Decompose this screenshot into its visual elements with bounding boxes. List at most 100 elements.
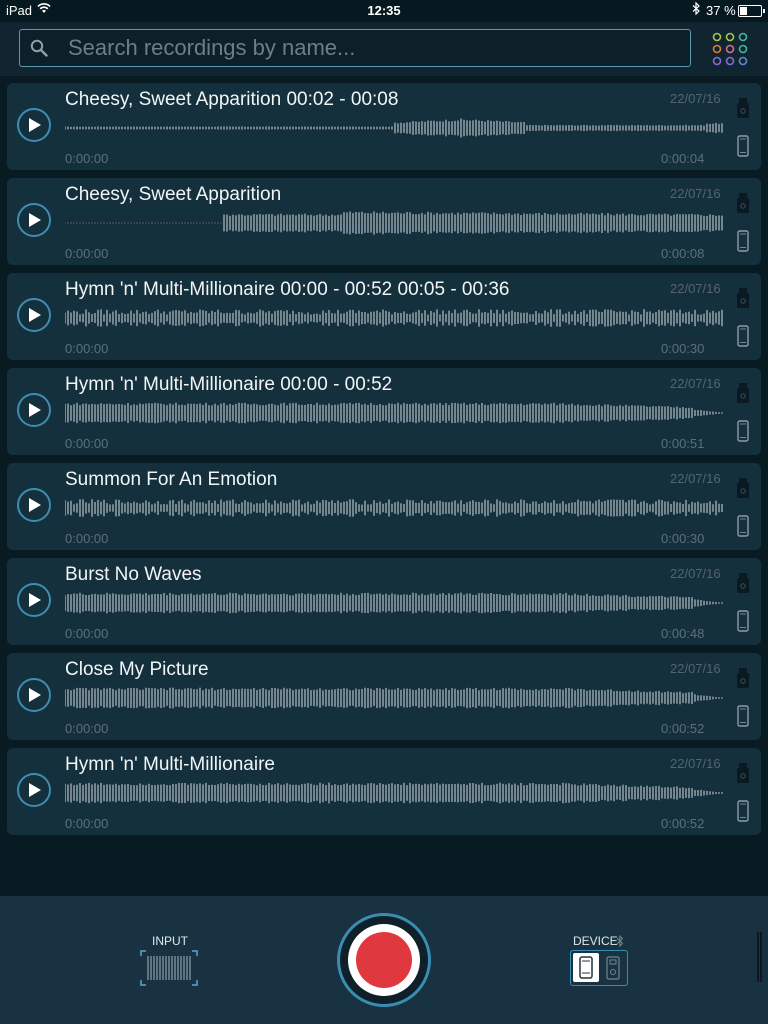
recording-item[interactable]: Burst No Waves 22/07/16 0:00:00 0:00:48 bbox=[7, 558, 761, 645]
play-icon bbox=[29, 308, 41, 322]
usb-drive-icon[interactable] bbox=[736, 762, 750, 784]
usb-drive-icon[interactable] bbox=[736, 287, 750, 309]
color-grid-button[interactable] bbox=[709, 29, 751, 69]
play-icon bbox=[29, 783, 41, 797]
recording-date: 22/07/16 bbox=[670, 756, 721, 771]
battery-icon bbox=[738, 5, 765, 17]
top-bar bbox=[0, 22, 768, 76]
input-level-button[interactable] bbox=[140, 950, 198, 986]
usb-drive-icon[interactable] bbox=[736, 477, 750, 499]
clock: 12:35 bbox=[367, 3, 401, 18]
phone-icon[interactable] bbox=[736, 705, 750, 727]
waveform[interactable] bbox=[65, 113, 725, 143]
recording-title: Burst No Waves bbox=[65, 564, 202, 585]
start-time: 0:00:00 bbox=[65, 151, 109, 166]
recording-item[interactable]: Hymn 'n' Multi-Millionaire 00:00 - 00:52… bbox=[7, 368, 761, 455]
play-button[interactable] bbox=[17, 488, 51, 522]
record-button[interactable] bbox=[337, 913, 431, 1007]
play-icon bbox=[29, 213, 41, 227]
device-option-phone[interactable] bbox=[573, 953, 599, 982]
recording-title: Summon For An Emotion bbox=[65, 469, 278, 490]
recording-date: 22/07/16 bbox=[670, 186, 721, 201]
recording-date: 22/07/16 bbox=[670, 471, 721, 486]
recording-date: 22/07/16 bbox=[670, 376, 721, 391]
play-icon bbox=[29, 498, 41, 512]
end-time: 0:00:08 bbox=[661, 246, 705, 261]
waveform[interactable] bbox=[65, 303, 725, 333]
play-button[interactable] bbox=[17, 678, 51, 712]
search-box[interactable] bbox=[19, 29, 691, 67]
usb-drive-icon[interactable] bbox=[736, 192, 750, 214]
recording-date: 22/07/16 bbox=[670, 281, 721, 296]
start-time: 0:00:00 bbox=[65, 531, 109, 546]
play-button[interactable] bbox=[17, 773, 51, 807]
usb-drive-icon[interactable] bbox=[736, 572, 750, 594]
search-icon bbox=[30, 39, 48, 62]
play-icon bbox=[29, 118, 41, 132]
play-button[interactable] bbox=[17, 203, 51, 237]
phone-icon[interactable] bbox=[736, 610, 750, 632]
recording-item[interactable]: Summon For An Emotion 22/07/16 0:00:00 0… bbox=[7, 463, 761, 550]
end-time: 0:00:51 bbox=[661, 436, 705, 451]
recording-item[interactable]: Hymn 'n' Multi-Millionaire 00:00 - 00:52… bbox=[7, 273, 761, 360]
end-time: 0:00:30 bbox=[661, 531, 705, 546]
recording-date: 22/07/16 bbox=[670, 566, 721, 581]
recording-item[interactable]: Hymn 'n' Multi-Millionaire 22/07/16 0:00… bbox=[7, 748, 761, 835]
phone-icon[interactable] bbox=[736, 135, 750, 157]
drag-handle[interactable] bbox=[757, 932, 762, 982]
play-button[interactable] bbox=[17, 298, 51, 332]
device-toggle[interactable] bbox=[570, 950, 628, 986]
end-time: 0:00:52 bbox=[661, 816, 705, 831]
phone-icon[interactable] bbox=[736, 515, 750, 537]
waveform[interactable] bbox=[65, 683, 725, 713]
recording-title: Close My Picture bbox=[65, 659, 209, 680]
recording-title: Hymn 'n' Multi-Millionaire 00:00 - 00:52… bbox=[65, 279, 510, 300]
recording-item[interactable]: Cheesy, Sweet Apparition 22/07/16 0:00:0… bbox=[7, 178, 761, 265]
waveform[interactable] bbox=[65, 208, 725, 238]
usb-drive-icon[interactable] bbox=[736, 97, 750, 119]
record-ring bbox=[348, 924, 420, 996]
recording-date: 22/07/16 bbox=[670, 91, 721, 106]
record-dot-icon bbox=[356, 932, 412, 988]
input-meter-icon bbox=[140, 950, 198, 986]
play-icon bbox=[29, 688, 41, 702]
waveform[interactable] bbox=[65, 778, 725, 808]
recording-title: Hymn 'n' Multi-Millionaire 00:00 - 00:52 bbox=[65, 374, 393, 395]
search-input[interactable] bbox=[66, 33, 670, 63]
waveform[interactable] bbox=[65, 398, 725, 428]
play-icon bbox=[29, 403, 41, 417]
recording-date: 22/07/16 bbox=[670, 661, 721, 676]
start-time: 0:00:00 bbox=[65, 436, 109, 451]
battery-percent: 37 % bbox=[706, 3, 736, 18]
color-grid-icon bbox=[712, 32, 748, 66]
battery-level bbox=[740, 7, 748, 15]
phone-icon[interactable] bbox=[736, 230, 750, 252]
input-label: INPUT bbox=[152, 934, 188, 948]
play-button[interactable] bbox=[17, 393, 51, 427]
play-button[interactable] bbox=[17, 583, 51, 617]
usb-drive-icon bbox=[606, 956, 620, 980]
waveform[interactable] bbox=[65, 493, 725, 523]
end-time: 0:00:48 bbox=[661, 626, 705, 641]
waveform[interactable] bbox=[65, 588, 725, 618]
recordings-list[interactable]: Cheesy, Sweet Apparition 00:02 - 00:08 2… bbox=[0, 76, 768, 896]
device-label: DEVICE bbox=[573, 934, 618, 948]
start-time: 0:00:00 bbox=[65, 246, 109, 261]
usb-drive-icon[interactable] bbox=[736, 667, 750, 689]
usb-drive-icon[interactable] bbox=[736, 382, 750, 404]
phone-icon[interactable] bbox=[736, 420, 750, 442]
recording-item[interactable]: Cheesy, Sweet Apparition 00:02 - 00:08 2… bbox=[7, 83, 761, 170]
status-bar: iPad 12:35 37 % bbox=[0, 0, 768, 22]
start-time: 0:00:00 bbox=[65, 341, 109, 356]
phone-icon[interactable] bbox=[736, 325, 750, 347]
recording-title: Cheesy, Sweet Apparition 00:02 - 00:08 bbox=[65, 89, 399, 110]
recording-item[interactable]: Close My Picture 22/07/16 0:00:00 0:00:5… bbox=[7, 653, 761, 740]
phone-icon[interactable] bbox=[736, 800, 750, 822]
recording-title: Cheesy, Sweet Apparition bbox=[65, 184, 282, 205]
bottom-bar: INPUT DEVICE bbox=[0, 896, 768, 1024]
start-time: 0:00:00 bbox=[65, 626, 109, 641]
play-button[interactable] bbox=[17, 108, 51, 142]
bluetooth-icon bbox=[692, 1, 701, 18]
end-time: 0:00:30 bbox=[661, 341, 705, 356]
start-time: 0:00:00 bbox=[65, 721, 109, 736]
